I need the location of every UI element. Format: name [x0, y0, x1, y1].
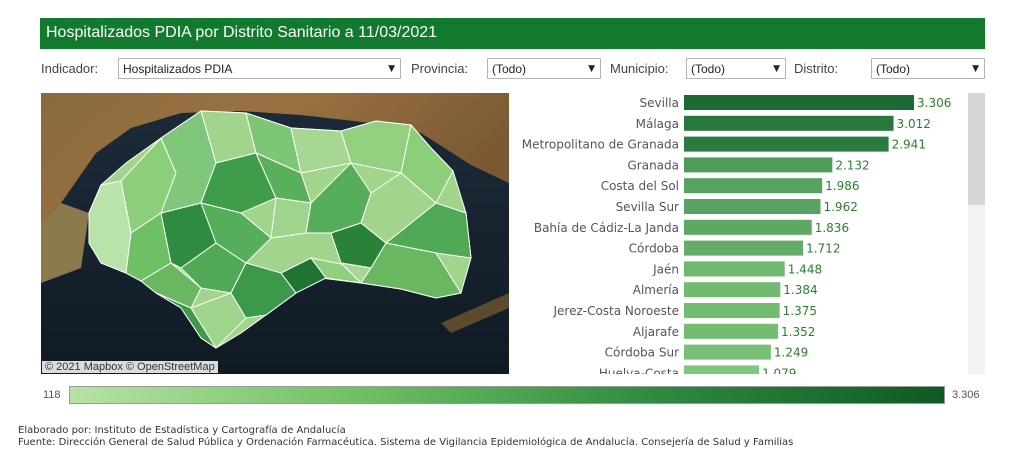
footer-source: Fuente: Dirección General de Salud Públi…	[18, 437, 794, 448]
bar-value-label: 1.079	[762, 366, 796, 374]
bar-value-label: 2.132	[835, 158, 869, 172]
bar-category-label: Bahía de Cádiz-La Janda	[534, 221, 679, 235]
chevron-down-icon: ▼	[972, 64, 979, 74]
filter-bar: Indicador: Hospitalizados PDIA ▼ Provinc…	[40, 58, 985, 80]
bar-value-label: 1.836	[815, 221, 849, 235]
bar[interactable]	[684, 136, 889, 152]
chevron-down-icon: ▼	[388, 64, 395, 74]
district-filter-label: Distrito:	[794, 61, 839, 76]
bar-value-label: 1.962	[823, 200, 857, 214]
bar[interactable]	[684, 115, 894, 131]
bar-value-label: 1.712	[806, 242, 840, 256]
bar-category-label: Metropolitano de Granada	[522, 138, 679, 152]
bar-category-label: Jaén	[652, 262, 679, 276]
province-filter-label: Provincia:	[411, 61, 469, 76]
bar-category-label: Sevilla	[640, 96, 679, 110]
bar-value-label: 3.012	[897, 117, 931, 131]
bar-value-label: 3.306	[917, 96, 951, 110]
chevron-down-icon: ▼	[588, 64, 595, 74]
bar-value-label: 1.448	[788, 262, 822, 276]
bar[interactable]	[684, 219, 812, 235]
bar-category-label: Málaga	[636, 117, 679, 131]
municipality-select-value: (Todo)	[691, 62, 726, 76]
bar-value-label: 1.986	[825, 179, 859, 193]
bar[interactable]	[684, 344, 771, 360]
bar[interactable]	[684, 178, 823, 194]
bar-category-label: Córdoba Sur	[605, 346, 679, 360]
choropleth-map[interactable]: © 2021 Mapbox © OpenStreetMap	[41, 93, 509, 374]
footer-credits: Elaborado por: Instituto de Estadística …	[18, 425, 793, 449]
chart-scrollbar[interactable]	[968, 93, 985, 374]
indicator-select[interactable]: Hospitalizados PDIA ▼	[118, 58, 401, 79]
province-select[interactable]: (Todo) ▼	[487, 58, 601, 79]
chevron-down-icon: ▼	[773, 64, 780, 74]
page-title: Hospitalizados PDIA por Distrito Sanitar…	[46, 24, 438, 41]
district-select-value: (Todo)	[876, 62, 911, 76]
municipality-filter-label: Municipio:	[610, 61, 669, 76]
bar-category-label: Costa del Sol	[601, 179, 679, 193]
bar-chart-canvas: Sevilla 3.306 Málaga 3.012 Metropolitano de …	[522, 95, 951, 374]
bar[interactable]	[684, 323, 779, 339]
bar-category-label: Jerez-Costa Noroeste	[552, 304, 679, 318]
bar-category-label: Aljarafe	[633, 325, 679, 339]
dashboard-header: Hospitalizados PDIA por Distrito Sanitar…	[40, 18, 985, 49]
bar[interactable]	[684, 282, 781, 298]
bar[interactable]	[684, 95, 914, 110]
map-attribution[interactable]: © 2021 Mapbox © OpenStreetMap	[42, 361, 218, 373]
district-jaen-sur[interactable]	[270, 197, 312, 239]
color-legend-ramp	[69, 386, 945, 404]
bar-category-label: Huelva-Costa	[599, 366, 679, 374]
indicator-select-value: Hospitalizados PDIA	[123, 62, 233, 76]
footer-elaborated-by: Elaborado por: Instituto de Estadística …	[18, 425, 346, 436]
bar[interactable]	[684, 365, 760, 374]
bar-value-label: 1.384	[783, 283, 817, 297]
district-select[interactable]: (Todo) ▼	[871, 58, 985, 79]
municipality-select[interactable]: (Todo) ▼	[686, 58, 786, 79]
bar-value-label: 1.352	[781, 325, 815, 339]
province-select-value: (Todo)	[492, 62, 527, 76]
map-canvas	[41, 93, 509, 374]
bar-category-label: Granada	[627, 158, 679, 172]
scrollbar-thumb[interactable]	[968, 93, 985, 205]
bar[interactable]	[684, 240, 804, 256]
bar-value-label: 2.941	[892, 138, 926, 152]
bar[interactable]	[684, 303, 780, 318]
legend-max-value: 3.306	[952, 389, 980, 401]
bar[interactable]	[684, 199, 821, 214]
bar-chart: Sevilla 3.306 Málaga 3.012 Metropolitano de …	[515, 93, 965, 374]
bar[interactable]	[684, 261, 785, 277]
indicator-filter-label: Indicador:	[41, 61, 99, 76]
bar-category-label: Córdoba	[629, 242, 679, 256]
bar-category-label: Almería	[633, 283, 679, 297]
bar-value-label: 1.249	[774, 346, 808, 360]
bar-value-label: 1.375	[783, 304, 817, 318]
legend-min-value: 118	[43, 389, 61, 401]
bar-category-label: Sevilla Sur	[616, 200, 679, 214]
bar[interactable]	[684, 157, 833, 173]
